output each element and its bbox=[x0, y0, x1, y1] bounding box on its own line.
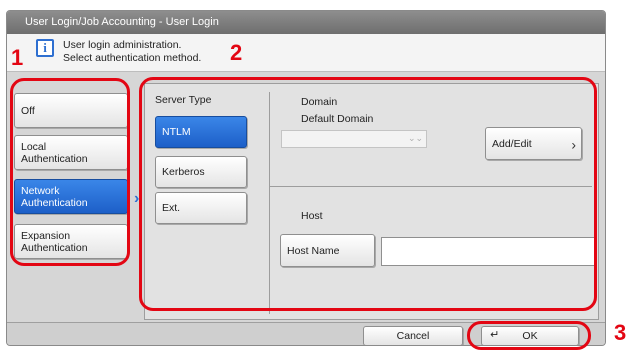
domain-label: Domain bbox=[301, 96, 338, 108]
chevron-right-icon: › bbox=[571, 136, 576, 153]
auth-network-button[interactable]: Network Authentication bbox=[14, 179, 128, 214]
enter-icon: ↵ bbox=[490, 329, 500, 341]
callout-number-1: 1 bbox=[11, 45, 24, 70]
kerberos-label: Kerberos bbox=[162, 166, 205, 178]
panel-divider-horizontal bbox=[270, 186, 592, 187]
ok-button[interactable]: ↵ OK bbox=[481, 326, 579, 345]
host-name-field[interactable] bbox=[381, 237, 596, 266]
add-edit-button[interactable]: Add/Edit › bbox=[485, 127, 582, 160]
auth-off-button[interactable]: Off bbox=[14, 93, 128, 128]
dialog-window: User Login/Job Accounting - User Login i… bbox=[6, 10, 606, 346]
auth-network-label-2: Authentication bbox=[21, 196, 88, 209]
ok-label: OK bbox=[522, 330, 538, 342]
cancel-button[interactable]: Cancel bbox=[363, 326, 463, 345]
callout-number-2: 2 bbox=[230, 40, 243, 65]
server-type-kerberos-button[interactable]: Kerberos bbox=[155, 156, 247, 188]
auth-expansion-label-1: Expansion bbox=[21, 229, 71, 242]
server-type-ext-button[interactable]: Ext. bbox=[155, 192, 247, 224]
callout-number-3: 3 bbox=[614, 320, 627, 345]
message-bar: i User login administration. Select auth… bbox=[7, 34, 605, 72]
network-settings-panel: Server Type NTLM Kerberos Ext. Domain De… bbox=[144, 83, 599, 320]
host-name-button[interactable]: Host Name bbox=[280, 234, 375, 267]
auth-local-label-2: Authentication bbox=[21, 152, 88, 165]
add-edit-label: Add/Edit bbox=[492, 137, 532, 150]
message-line-1: User login administration. bbox=[63, 39, 182, 51]
auth-expansion-label-2: Authentication bbox=[21, 241, 88, 254]
panel-divider-vertical bbox=[269, 92, 270, 314]
message-line-2: Select authentication method. bbox=[63, 52, 202, 64]
auth-off-label: Off bbox=[21, 104, 35, 117]
server-type-ntlm-button[interactable]: NTLM bbox=[155, 116, 247, 148]
host-label: Host bbox=[301, 210, 323, 222]
chevron-down-icon: ⌄⌄ bbox=[408, 133, 424, 143]
ntlm-label: NTLM bbox=[162, 126, 191, 138]
auth-network-label-1: Network bbox=[21, 184, 60, 197]
auth-local-button[interactable]: Local Authentication bbox=[14, 135, 128, 170]
default-domain-dropdown[interactable]: ⌄⌄ bbox=[281, 130, 427, 148]
window-title: User Login/Job Accounting - User Login bbox=[7, 11, 605, 34]
cancel-label: Cancel bbox=[396, 330, 430, 342]
auth-expansion-button[interactable]: Expansion Authentication bbox=[14, 224, 128, 259]
default-domain-label: Default Domain bbox=[301, 113, 374, 125]
ext-label: Ext. bbox=[162, 202, 181, 214]
server-type-label: Server Type bbox=[155, 94, 212, 106]
selection-arrow-icon: › bbox=[134, 190, 140, 207]
info-icon: i bbox=[36, 39, 54, 57]
auth-local-label-1: Local bbox=[21, 140, 47, 153]
host-name-label: Host Name bbox=[287, 244, 340, 257]
